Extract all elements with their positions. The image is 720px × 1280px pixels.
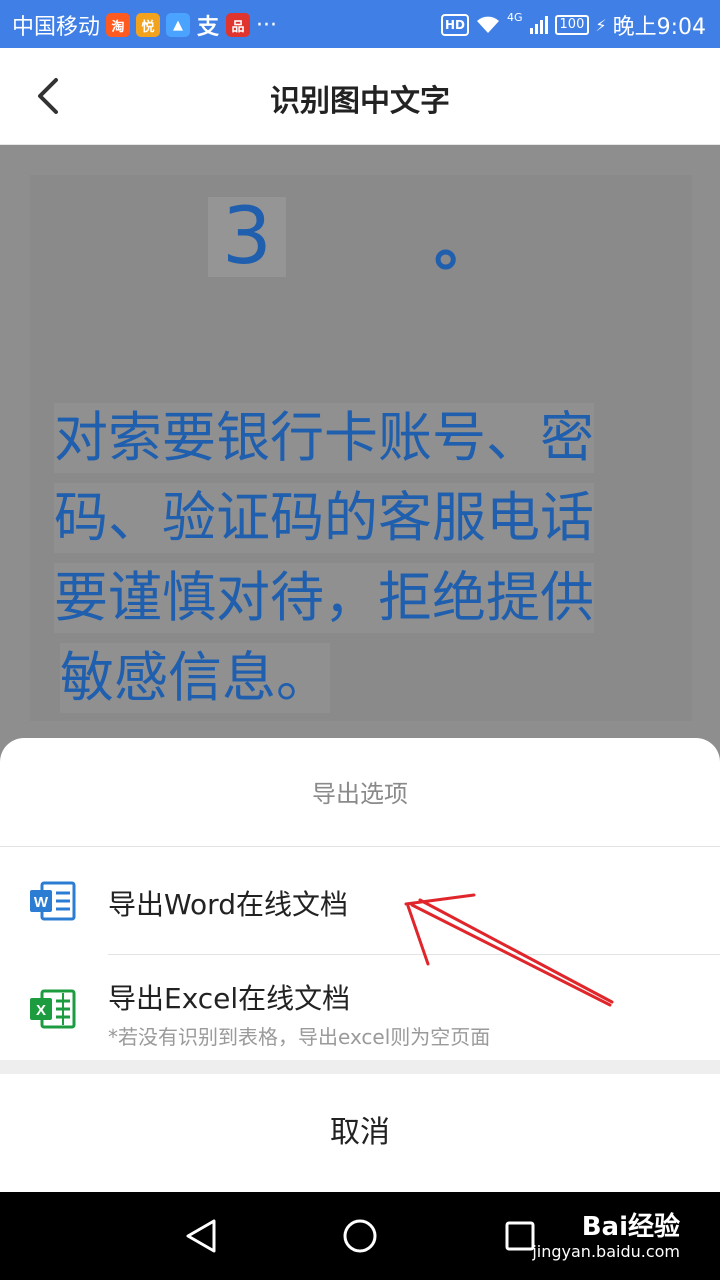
nav-home-icon[interactable] — [342, 1218, 378, 1254]
annotation-arrow-icon — [404, 893, 614, 1007]
nav-back-icon[interactable] — [184, 1218, 218, 1254]
system-nav-bar: Bai经验 jingyan.baidu.com — [0, 1192, 720, 1280]
watermark-brand: Bai经验 — [581, 1212, 680, 1242]
watermark-url: jingyan.baidu.com — [532, 1242, 680, 1261]
